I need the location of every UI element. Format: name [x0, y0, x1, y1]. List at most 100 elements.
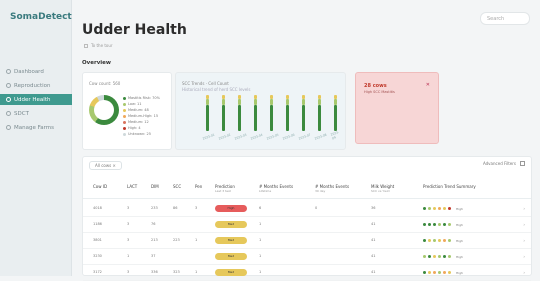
alert-card[interactable]: 28 cows High SCC Mastitis ✕	[355, 72, 439, 144]
table-tools[interactable]: Advanced Filters	[483, 161, 525, 166]
legend-label: Medium: 12	[128, 120, 149, 124]
filter-icon[interactable]	[520, 161, 525, 166]
table-cell: 36	[371, 206, 376, 210]
x-tick-label: 2023-05	[266, 132, 280, 141]
checkbox-icon	[84, 43, 88, 48]
page-subtitle[interactable]: To the tour	[84, 43, 113, 48]
chevron-right-icon[interactable]: ›	[523, 254, 525, 259]
table-cell: 1	[259, 254, 262, 258]
trend-bar	[286, 95, 289, 99]
table-cell: 76	[151, 222, 156, 226]
table-cell: 1186	[93, 222, 102, 226]
sidebar-item-label: Reproduction	[14, 82, 51, 89]
table-row[interactable]: 4018 3 233 86 3 High 6 0 36 High ›	[83, 201, 531, 217]
filter-chip[interactable]: All cows ×	[89, 161, 122, 170]
sidebar-item-manage-farms[interactable]: Manage Farms	[0, 122, 72, 133]
trend-dot-icon	[433, 223, 436, 226]
table-header: Cow ID LACT DIM SCC Pen Prediction Last 3 test…	[83, 179, 531, 199]
column-header-label: LACT	[127, 184, 138, 189]
sidebar: SomaDetect Dashboard Reproduction Udder He…	[0, 0, 72, 276]
trend-dot-icon	[448, 271, 451, 274]
table-cell: 41	[371, 222, 376, 226]
trend-dot-icon	[438, 271, 441, 274]
search-box[interactable]: Search	[480, 12, 530, 25]
cow-count-label: Cow count: 560	[89, 81, 121, 86]
column-header[interactable]: Milk Weight SCC vs Yield	[371, 184, 394, 193]
sidebar-item-udder-health[interactable]: Udder Health	[0, 94, 72, 105]
table-cell: 3	[127, 270, 130, 274]
legend-dot-icon	[123, 132, 126, 136]
column-header[interactable]: Cow ID	[93, 184, 107, 189]
close-icon[interactable]: ✕	[426, 82, 430, 88]
prediction-trend: High	[423, 223, 463, 227]
trend-dot-icon	[443, 255, 446, 258]
table-row[interactable]: 3230 1 37 Med 1 41 High ›	[83, 249, 531, 265]
scc-trend-card[interactable]: SCC Trends · Cell Count Historical trend…	[175, 72, 346, 150]
prediction-trend: High	[423, 239, 463, 243]
trend-bar	[318, 105, 321, 131]
search-placeholder[interactable]: Search	[487, 16, 504, 22]
trend-dot-icon	[443, 223, 446, 226]
column-header[interactable]: LACT	[127, 184, 137, 189]
trend-dot-icon	[433, 255, 436, 258]
trend-bar	[334, 105, 337, 131]
trend-bar	[206, 99, 209, 105]
chevron-right-icon[interactable]: ›	[523, 238, 525, 243]
x-tick-label: 2023-02	[218, 132, 232, 141]
alert-subtitle: High SCC Mastitis	[364, 90, 395, 94]
table-cell: 3	[127, 238, 130, 242]
legend-dot-icon	[123, 120, 126, 124]
x-tick-label: 2023-01	[202, 132, 216, 141]
advanced-filters-label[interactable]: Advanced Filters	[483, 161, 516, 166]
table-cell: 3801	[93, 238, 102, 242]
table-cell: 6	[259, 206, 262, 210]
column-header-sub: Lifetime	[259, 189, 272, 193]
table-cell: 3	[127, 206, 130, 210]
column-header[interactable]: Prediction Trend Summary	[423, 184, 476, 189]
column-header[interactable]: # Months Events 30 day	[315, 184, 349, 193]
column-header[interactable]: DIM	[151, 184, 159, 189]
table-cell: 1	[127, 254, 130, 258]
trend-bar	[270, 95, 273, 99]
trend-dot-icon	[433, 271, 436, 274]
alert-title: 28 cows	[364, 83, 387, 89]
sidebar-item-reproduction[interactable]: Reproduction	[0, 80, 72, 91]
reproduction-icon	[6, 83, 11, 88]
trend-bar	[238, 105, 241, 131]
prediction-badge: Med	[215, 253, 247, 260]
chevron-right-icon[interactable]: ›	[523, 206, 525, 211]
trend-bar	[334, 95, 337, 99]
dashboard-icon	[6, 69, 11, 74]
trend-bar	[334, 99, 337, 105]
column-header-sub: 30 day	[315, 189, 326, 193]
column-header[interactable]: SCC	[173, 184, 181, 189]
legend-dot-icon	[123, 114, 126, 118]
prediction-badge: High	[215, 205, 247, 212]
sidebar-item-sdct[interactable]: SDCT	[0, 108, 72, 119]
sdct-icon	[6, 111, 11, 116]
column-header-sub: SCC vs Yield	[371, 189, 390, 193]
legend-label: Medium-High: 15	[128, 114, 159, 118]
table-row[interactable]: 3172 3 336 323 1 Med 1 41 High ›	[83, 265, 531, 281]
trend-bar	[302, 95, 305, 99]
legend-dot-icon	[123, 96, 126, 100]
trend-dot-icon	[438, 255, 441, 258]
chevron-right-icon[interactable]: ›	[523, 222, 525, 227]
legend-label: Low: 11	[128, 102, 142, 106]
sidebar-item-dashboard[interactable]: Dashboard	[0, 66, 72, 77]
trend-bar	[206, 105, 209, 131]
chevron-right-icon[interactable]: ›	[523, 270, 525, 275]
column-header[interactable]: Prediction Last 3 test	[215, 184, 235, 193]
column-header[interactable]: Pen	[195, 184, 202, 189]
table-row[interactable]: 1186 3 76 Med 1 41 High ›	[83, 217, 531, 233]
table-cell: 213	[151, 238, 158, 242]
trend-dot-icon	[448, 207, 451, 210]
cow-count-card[interactable]: Cow count: 560 Mastitis Risk: 70% Low: 11…	[82, 72, 172, 150]
donut-legend: Mastitis Risk: 70% Low: 11 Medium: 48 Mediu…	[123, 95, 160, 137]
app-logo[interactable]: SomaDetect	[10, 12, 72, 22]
table-cell: 336	[151, 270, 158, 274]
trend-bar	[318, 95, 321, 99]
trend-dot-icon	[423, 271, 426, 274]
table-row[interactable]: 3801 3 213 223 1 Med 1 41 High ›	[83, 233, 531, 249]
column-header[interactable]: # Months Events Lifetime	[259, 184, 293, 193]
